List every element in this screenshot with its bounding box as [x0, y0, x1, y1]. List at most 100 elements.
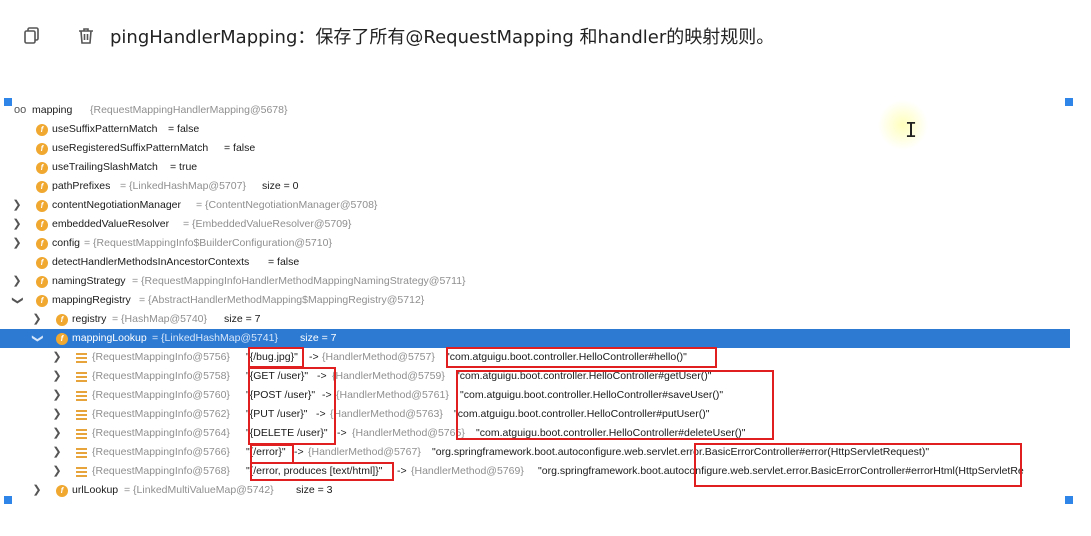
- entry-info: {RequestMappingInfo@5766}: [92, 446, 230, 458]
- var-name: embeddedValueResolver: [52, 218, 170, 230]
- chevron-right-icon[interactable]: ❯: [52, 348, 62, 367]
- list-entry-icon: [76, 353, 87, 363]
- var-value: = false: [268, 256, 300, 268]
- entry-arrow: ->: [397, 465, 407, 477]
- var-name: useTrailingSlashMatch: [52, 161, 158, 173]
- var-name: namingStrategy: [52, 275, 126, 287]
- field-icon: f: [56, 314, 68, 326]
- list-entry-icon: [76, 467, 87, 477]
- list-entry-icon: [76, 410, 87, 420]
- entry-info: {RequestMappingInfo@5764}: [92, 427, 230, 439]
- chevron-right-icon[interactable]: ❯: [32, 310, 42, 329]
- annotation-box: [250, 444, 294, 464]
- annotation-box: [248, 347, 304, 368]
- tree-row-field[interactable]: f useRegisteredSuffixPatternMatch = fals…: [0, 139, 1070, 158]
- chevron-right-icon[interactable]: ❯: [52, 367, 62, 386]
- entry-info: {RequestMappingInfo@5756}: [92, 351, 230, 363]
- var-value: = {AbstractHandlerMethodMapping$MappingR…: [139, 294, 425, 306]
- chevron-right-icon[interactable]: ❯: [52, 386, 62, 405]
- list-entry-icon: [76, 448, 87, 458]
- entry-arrow: ->: [337, 427, 347, 439]
- toolbar: pingHandlerMapping：保存了所有@RequestMapping …: [0, 0, 1091, 70]
- var-value: = false: [224, 142, 256, 154]
- var-name: pathPrefixes: [52, 180, 111, 192]
- var-value: = {HashMap@5740}: [112, 313, 208, 325]
- entry-arrow: ->: [294, 446, 304, 458]
- list-entry-icon: [76, 429, 87, 439]
- tree-row-mapping[interactable]: oo mapping {RequestMappingHandlerMapping…: [0, 101, 1070, 120]
- copy-icon[interactable]: [22, 26, 42, 46]
- field-icon: f: [56, 485, 68, 497]
- chevron-right-icon[interactable]: ❯: [52, 443, 62, 462]
- var-size: size = 3: [296, 484, 333, 496]
- entry-info: {RequestMappingInfo@5760}: [92, 389, 230, 401]
- var-value: = {LinkedHashMap@5741}: [152, 332, 278, 344]
- tree-row-field[interactable]: ❯ f namingStrategy = {RequestMappingInfo…: [0, 272, 1070, 291]
- annotation-box: [248, 367, 336, 445]
- entry-method: {HandlerMethod@5761}: [336, 389, 449, 401]
- chevron-right-icon[interactable]: ❯: [32, 481, 42, 500]
- tree-row-field[interactable]: ❯ f contentNegotiationManager = {Content…: [0, 196, 1070, 215]
- chevron-down-icon[interactable]: ❯: [28, 334, 47, 344]
- var-size: size = 0: [262, 180, 299, 192]
- var-value: = true: [170, 161, 198, 173]
- chevron-right-icon[interactable]: ❯: [12, 196, 22, 215]
- annotation-box: [694, 443, 1022, 487]
- list-entry-icon: [76, 372, 87, 382]
- annotation-box: [446, 347, 717, 368]
- field-icon: f: [56, 333, 68, 345]
- field-icon: f: [36, 257, 48, 269]
- entry-method: {HandlerMethod@5757}: [322, 351, 435, 363]
- tree-row-field[interactable]: f detectHandlerMethodsInAncestorContexts…: [0, 253, 1070, 272]
- entry-info: {RequestMappingInfo@5758}: [92, 370, 230, 382]
- watch-glasses-icon: oo: [14, 104, 27, 116]
- var-name: mappingRegistry: [52, 294, 131, 306]
- entry-method: {HandlerMethod@5759}: [332, 370, 445, 382]
- annotation-box: [456, 370, 774, 440]
- var-name: registry: [72, 313, 107, 325]
- var-value: {RequestMappingHandlerMapping@5678}: [90, 104, 288, 116]
- field-icon: f: [36, 295, 48, 307]
- var-name: useRegisteredSuffixPatternMatch: [52, 142, 209, 154]
- trash-icon[interactable]: [76, 26, 96, 46]
- var-value: = {LinkedMultiValueMap@5742}: [124, 484, 274, 496]
- entry-arrow: ->: [309, 351, 319, 363]
- var-value: = {ContentNegotiationManager@5708}: [196, 199, 378, 211]
- field-icon: f: [36, 238, 48, 250]
- chevron-right-icon[interactable]: ❯: [52, 424, 62, 443]
- var-value: = {RequestMappingInfo$BuilderConfigurati…: [84, 237, 332, 249]
- chevron-right-icon[interactable]: ❯: [52, 462, 62, 481]
- page-heading: pingHandlerMapping：保存了所有@RequestMapping …: [110, 27, 775, 48]
- var-size: size = 7: [300, 332, 337, 344]
- field-icon: f: [36, 276, 48, 288]
- var-name: config: [52, 237, 81, 249]
- tree-row-registry[interactable]: ❯ f registry = {HashMap@5740} size = 7: [0, 310, 1070, 329]
- var-value: = {LinkedHashMap@5707}: [120, 180, 246, 192]
- tree-row-field[interactable]: ❯ f config = {RequestMappingInfo$Builder…: [0, 234, 1070, 253]
- var-value: = {EmbeddedValueResolver@5709}: [183, 218, 352, 230]
- tree-row-mappinglookup[interactable]: ❯ f mappingLookup = {LinkedHashMap@5741}…: [0, 329, 1070, 348]
- chevron-down-icon[interactable]: ❯: [8, 296, 27, 306]
- var-name: mapping: [32, 104, 73, 116]
- annotation-box: [250, 462, 394, 481]
- var-size: size = 7: [224, 313, 261, 325]
- entry-method: {HandlerMethod@5765}: [352, 427, 465, 439]
- tree-row-field[interactable]: f pathPrefixes = {LinkedHashMap@5707} si…: [0, 177, 1070, 196]
- chevron-right-icon[interactable]: ❯: [12, 215, 22, 234]
- chevron-right-icon[interactable]: ❯: [12, 234, 22, 253]
- var-name: useSuffixPatternMatch: [52, 123, 158, 135]
- tree-row-field[interactable]: f useSuffixPatternMatch = false: [0, 120, 1070, 139]
- var-name: mappingLookup: [72, 332, 147, 344]
- entry-method: {HandlerMethod@5769}: [411, 465, 524, 477]
- field-icon: f: [36, 181, 48, 193]
- tree-row-field[interactable]: ❯ f embeddedValueResolver = {EmbeddedVal…: [0, 215, 1070, 234]
- entry-info: {RequestMappingInfo@5762}: [92, 408, 230, 420]
- chevron-right-icon[interactable]: ❯: [52, 405, 62, 424]
- tree-row-field[interactable]: ❯ f mappingRegistry = {AbstractHandlerMe…: [0, 291, 1070, 310]
- tree-row-field[interactable]: f useTrailingSlashMatch = true: [0, 158, 1070, 177]
- field-icon: f: [36, 200, 48, 212]
- chevron-right-icon[interactable]: ❯: [12, 272, 22, 291]
- var-value: = false: [168, 123, 200, 135]
- field-icon: f: [36, 143, 48, 155]
- entry-method: {HandlerMethod@5767}: [308, 446, 421, 458]
